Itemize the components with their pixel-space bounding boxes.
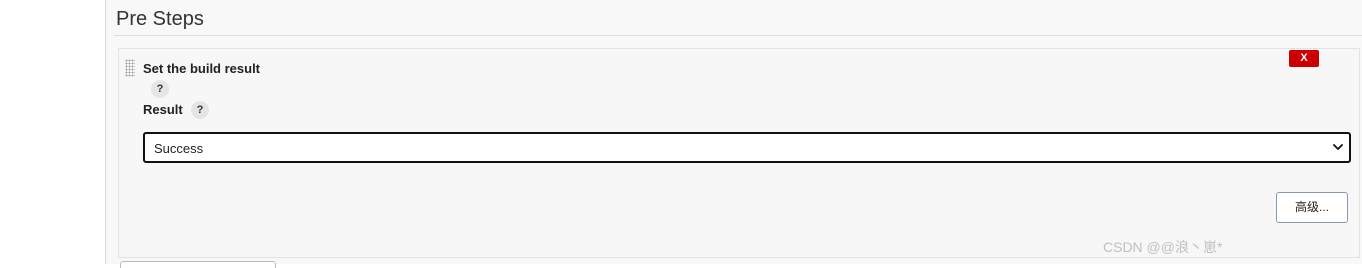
- next-panel-edge: [120, 261, 276, 268]
- left-pane: [0, 0, 105, 264]
- result-select-value: Success: [154, 141, 204, 156]
- build-step-panel: Set the build result ? Result ? Success …: [118, 48, 1360, 258]
- watermark: CSDN @@浪丶崽*: [1103, 239, 1223, 255]
- result-help-icon[interactable]: ?: [191, 101, 209, 119]
- main-content: Pre Steps Set the build result ? Result …: [106, 0, 1362, 268]
- section-title: Pre Steps: [116, 8, 204, 30]
- advanced-button[interactable]: 高级...: [1276, 192, 1348, 223]
- result-label: Result: [143, 102, 183, 117]
- chevron-down-icon: [1333, 144, 1343, 150]
- step-title: Set the build result: [143, 61, 261, 76]
- delete-step-button[interactable]: X: [1289, 50, 1319, 67]
- result-select[interactable]: Success: [143, 132, 1351, 163]
- drag-handle-icon[interactable]: [125, 59, 135, 77]
- step-help-icon[interactable]: ?: [151, 80, 169, 98]
- section-divider: [114, 35, 1362, 36]
